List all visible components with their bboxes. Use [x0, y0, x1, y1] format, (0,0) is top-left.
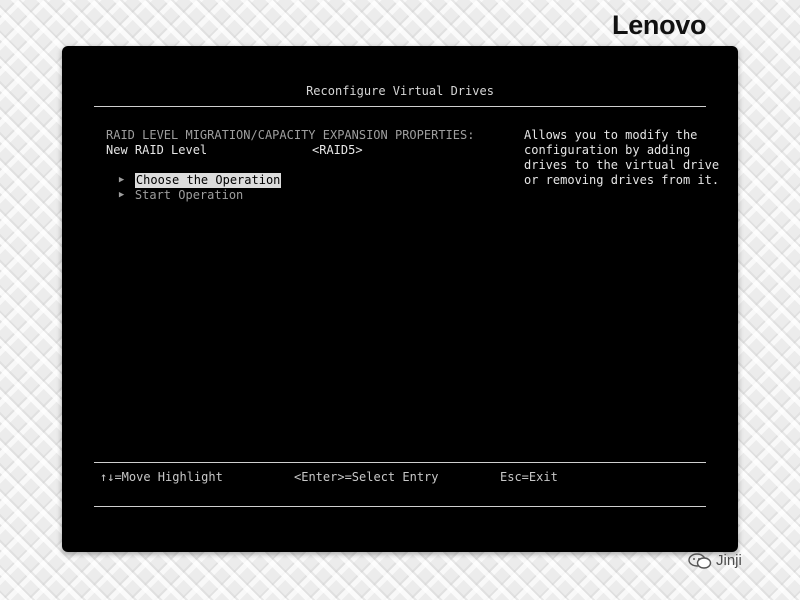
help-line: Allows you to modify the — [524, 128, 698, 142]
footer-move-hint: ↑↓=Move Highlight — [100, 470, 223, 484]
footer-select-hint: <Enter>=Select Entry — [294, 470, 439, 484]
new-raid-level-label: New RAID Level — [106, 143, 208, 157]
section-header: RAID LEVEL MIGRATION/CAPACITY EXPANSION … — [106, 128, 475, 142]
submenu-arrow-icon: ▶ — [118, 190, 125, 200]
title-divider — [94, 106, 706, 107]
footer-divider-bottom — [94, 506, 706, 507]
help-line: configuration by adding — [524, 143, 691, 157]
footer-divider-top — [94, 462, 706, 463]
help-line: or removing drives from it. — [524, 173, 720, 187]
watermark: Jinji — [688, 552, 742, 569]
page-title: Reconfigure Virtual Drives — [306, 84, 494, 98]
menu-item-start-operation[interactable]: ▶ Start Operation — [90, 173, 243, 202]
help-line: drives to the virtual drive — [524, 158, 720, 172]
bios-console-window: Reconfigure Virtual Drives RAID LEVEL MI… — [62, 46, 738, 552]
footer-exit-hint: Esc=Exit — [500, 470, 558, 484]
menu-item-label: Start Operation — [134, 188, 244, 202]
new-raid-level-value[interactable]: <RAID5> — [312, 143, 363, 158]
menu-item-choose-operation[interactable]: ▶ Choose the Operation — [90, 158, 282, 188]
watermark-text: Jinji — [716, 552, 742, 569]
help-text: Allows you to modify the configuration b… — [524, 128, 719, 188]
wechat-icon — [688, 553, 712, 569]
lenovo-logo: Lenovo — [612, 10, 707, 40]
